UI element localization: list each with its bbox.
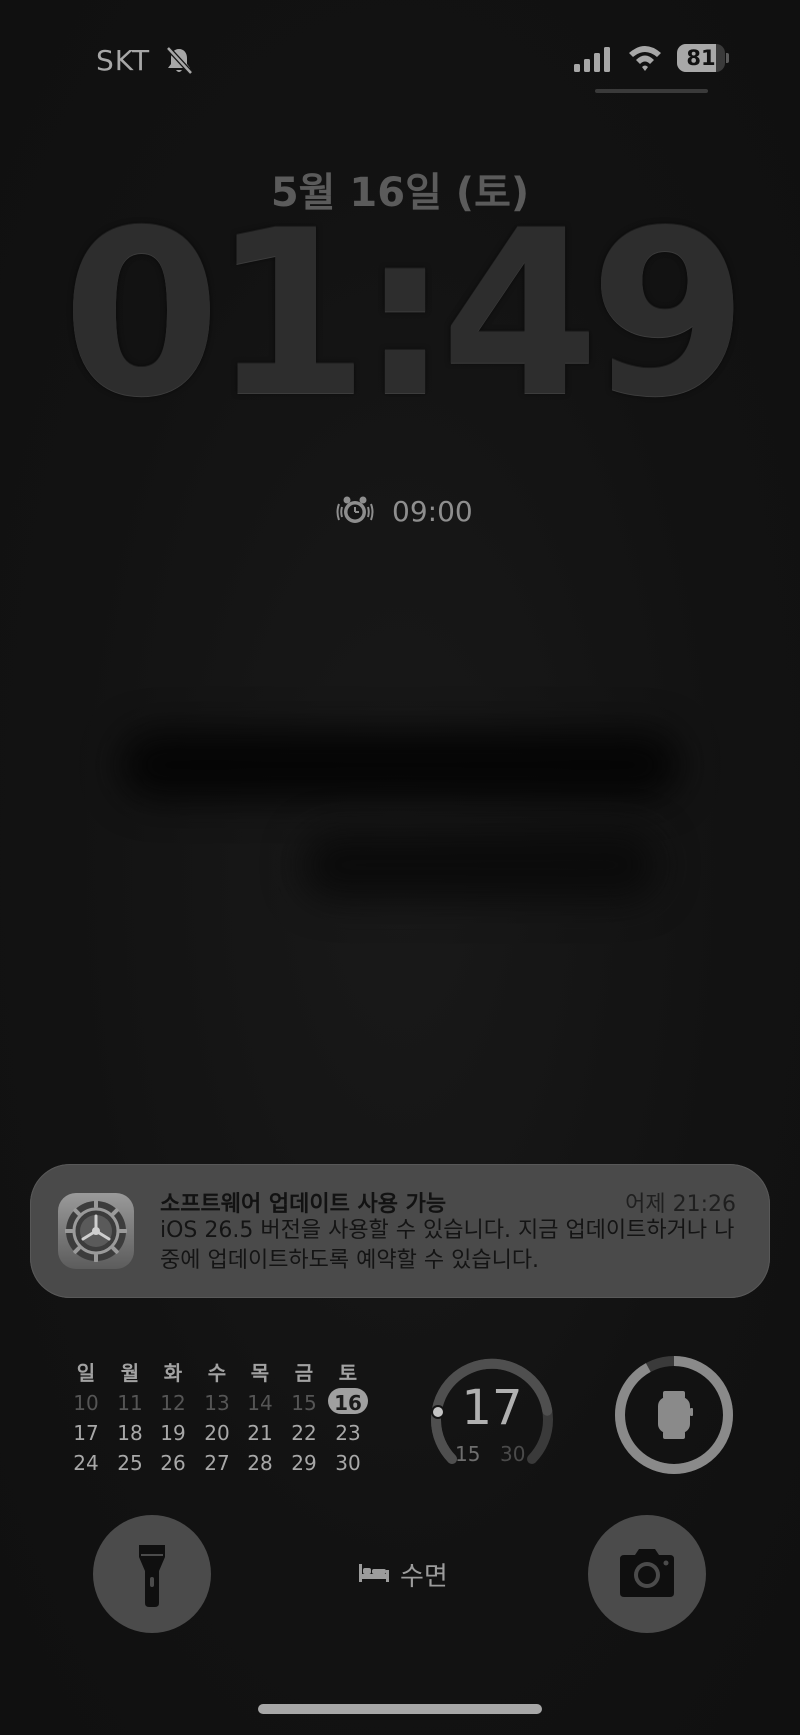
calendar-weekday-row: 일 월 화 수 목 금 토 — [66, 1358, 376, 1388]
camera-button[interactable] — [588, 1515, 706, 1633]
calendar-day: 22 — [291, 1421, 317, 1445]
calendar-day: 15 — [291, 1391, 317, 1415]
battery-indicator: 81 — [677, 44, 729, 72]
calendar-day: 18 — [117, 1421, 143, 1445]
wallpaper-blur-shape — [300, 830, 660, 900]
battery-level: 81 — [686, 46, 716, 70]
calendar-week-row: 17 18 19 20 21 22 23 — [66, 1418, 376, 1448]
home-indicator[interactable] — [258, 1704, 542, 1714]
alarm-time: 09:00 — [392, 495, 473, 528]
calendar-week-row: 10 11 12 13 14 15 16 — [66, 1388, 376, 1418]
calendar-day: 17 — [73, 1421, 99, 1445]
flashlight-icon — [139, 1545, 165, 1607]
calendar-day: 25 — [117, 1451, 143, 1475]
weekday-label: 월 — [120, 1361, 140, 1385]
settings-gear-icon — [58, 1193, 134, 1269]
bell-slash-icon — [166, 46, 193, 75]
weekday-label: 금 — [294, 1361, 314, 1385]
apple-watch-icon — [658, 1391, 693, 1439]
weekday-label: 목 — [250, 1361, 270, 1385]
weekday-label: 화 — [163, 1361, 183, 1385]
calendar-day: 30 — [335, 1451, 361, 1475]
watch-battery-widget[interactable] — [613, 1354, 735, 1476]
calendar-day: 23 — [335, 1421, 361, 1445]
calendar-day: 21 — [247, 1421, 273, 1445]
wallpaper-blur-shape — [120, 730, 680, 800]
calendar-day: 19 — [160, 1421, 186, 1445]
calendar-day: 27 — [204, 1451, 230, 1475]
current-temperature: 17 — [461, 1380, 523, 1436]
lock-screen-clock[interactable]: 01:49 — [0, 200, 800, 428]
calendar-day: 14 — [247, 1391, 273, 1415]
bed-icon — [359, 1564, 389, 1582]
weekday-label: 수 — [207, 1361, 227, 1385]
software-update-notification[interactable]: 소프트웨어 업데이트 사용 가능 어제 21:26 iOS 26.5 버전을 사… — [30, 1164, 770, 1298]
flashlight-button[interactable] — [93, 1515, 211, 1633]
status-bar: SKT 81 — [0, 0, 800, 110]
temperature-low: 15 — [455, 1442, 481, 1466]
calendar-day-today: 16 — [334, 1391, 362, 1415]
alarm-clock-icon — [336, 496, 374, 523]
calendar-day: 29 — [291, 1451, 317, 1475]
notification-time: 어제 21:26 — [625, 1192, 736, 1217]
calendar-day: 20 — [204, 1421, 230, 1445]
temperature-high: 30 — [500, 1442, 526, 1466]
sleep-label: 수면 — [400, 1562, 448, 1592]
wifi-icon — [629, 46, 661, 71]
weekday-label: 일 — [76, 1361, 96, 1385]
cellular-signal-icon — [574, 47, 610, 72]
calendar-day: 28 — [247, 1451, 273, 1475]
notification-title: 소프트웨어 업데이트 사용 가능 — [160, 1192, 447, 1217]
carrier-name: SKT — [96, 44, 151, 77]
status-underline — [595, 89, 708, 93]
calendar-day: 12 — [160, 1391, 186, 1415]
notification-body: iOS 26.5 버전을 사용할 수 있습니다. 지금 업데이트하거나 나중에 … — [160, 1218, 735, 1273]
camera-icon — [620, 1549, 674, 1597]
weekday-label: 토 — [338, 1361, 358, 1385]
calendar-week-row: 24 25 26 27 28 29 30 — [66, 1448, 376, 1478]
calendar-widget[interactable]: 일 월 화 수 목 금 토 10 11 12 13 14 15 16 17 18… — [66, 1358, 376, 1478]
calendar-day: 24 — [73, 1451, 99, 1475]
calendar-day: 11 — [117, 1391, 143, 1415]
calendar-day: 26 — [160, 1451, 186, 1475]
calendar-day: 10 — [73, 1391, 99, 1415]
calendar-day: 13 — [204, 1391, 230, 1415]
